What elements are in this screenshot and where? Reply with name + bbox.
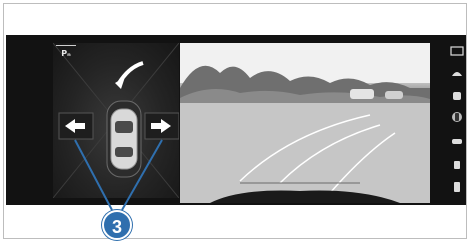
callout-badge: 3 — [102, 210, 132, 240]
top-view-graphic — [52, 42, 180, 199]
rear-camera-view — [180, 43, 430, 203]
trailer-view-icon[interactable] — [450, 159, 464, 171]
camera-view-icon[interactable] — [450, 45, 464, 57]
camera-image — [180, 43, 430, 203]
exit-icon[interactable] — [450, 181, 464, 193]
front-view-icon[interactable] — [450, 67, 464, 79]
car-icon — [110, 108, 138, 170]
rear-view-icon[interactable] — [450, 90, 464, 102]
display-screen: Pₙ — [6, 35, 466, 205]
view-selector-strip — [446, 35, 466, 205]
top-view-icon[interactable] — [450, 111, 464, 123]
parking-sensor-icon[interactable]: Pₙ — [56, 45, 76, 62]
side-view-icon[interactable] — [450, 135, 464, 147]
top-view-panel — [52, 42, 180, 199]
